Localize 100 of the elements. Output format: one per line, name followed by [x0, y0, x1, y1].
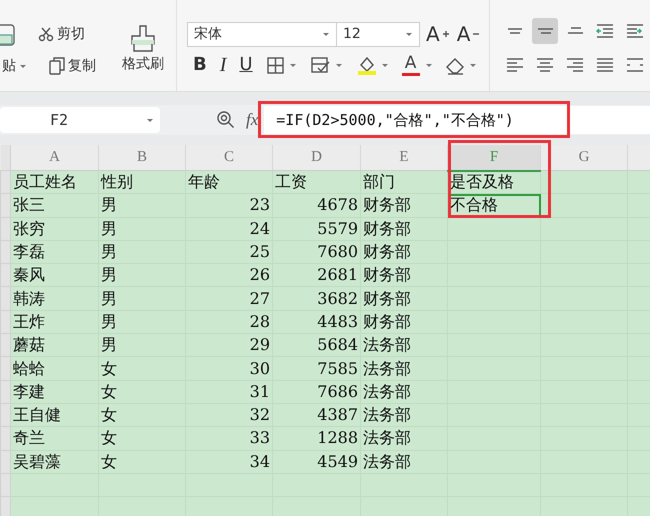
table-cell: 7585: [272, 356, 360, 380]
column-title: 员工姓名: [10, 170, 98, 194]
table-cell: 王炸: [10, 310, 98, 334]
align-top-icon: [507, 28, 524, 34]
table-cell: 法务部: [360, 380, 448, 404]
table-cell: 李磊: [10, 240, 98, 264]
table-cell: 33: [186, 426, 272, 450]
table-cell: 7686: [272, 380, 360, 404]
table-cell: 男: [98, 310, 186, 334]
align-outdent-icon: [596, 24, 614, 38]
table-cell: 男: [98, 334, 186, 357]
font-name-field[interactable]: 宋体: [187, 22, 337, 46]
fill-color-icon: [356, 55, 378, 75]
table-cell: 财务部: [360, 264, 448, 287]
bold-button[interactable]: B: [191, 56, 209, 74]
caret-icon: [380, 61, 389, 69]
borders-icon: [266, 55, 286, 75]
align-left-icon: [506, 58, 524, 72]
caret-icon: [468, 61, 477, 69]
paste-button[interactable]: 贴: [0, 58, 29, 72]
table-cell: 3682: [272, 286, 360, 310]
table-cell: 5579: [272, 217, 360, 240]
table-cell: 34: [186, 450, 272, 474]
font-size-field[interactable]: 12: [336, 22, 420, 46]
cut-button[interactable]: 剪切: [36, 26, 87, 42]
table-cell: 30: [186, 356, 272, 380]
table-cell: 女: [98, 403, 186, 427]
table-cell: 女: [98, 380, 186, 404]
format-painter-button[interactable]: 格式刷: [120, 24, 166, 71]
table-cell: 蘑菇: [10, 334, 98, 357]
table-cell: 4483: [272, 310, 360, 334]
table-cell: 男: [98, 217, 186, 240]
table-cell: 法务部: [360, 450, 448, 474]
table-cell: 男: [98, 194, 186, 218]
table-cell: 2681: [272, 264, 360, 287]
table-cell: 韩涛: [10, 286, 98, 310]
table-cell: 吴碧藻: [10, 450, 98, 474]
table-cell: 女: [98, 426, 186, 450]
underline-button[interactable]: U: [237, 56, 255, 74]
table-cell: 25: [186, 240, 272, 264]
scissors-icon: [38, 26, 54, 42]
column-header[interactable]: A: [10, 145, 98, 170]
paintbrush-icon: [130, 24, 156, 52]
minus-icon: [473, 31, 480, 37]
caret-icon: [424, 61, 433, 69]
table-cell: 1288: [272, 426, 360, 450]
column-header[interactable]: C: [186, 145, 272, 170]
caret-icon: [146, 116, 154, 124]
column-header[interactable]: E: [360, 145, 448, 170]
table-cell: 法务部: [360, 356, 448, 380]
align-middle-button[interactable]: [532, 18, 558, 44]
plus-icon: [442, 31, 449, 37]
table-cell: 张穷: [10, 217, 98, 240]
table-cell: 4678: [272, 194, 360, 218]
font-color-button[interactable]: A: [400, 54, 422, 76]
column-header[interactable]: G: [540, 145, 628, 170]
table-cell: 秦风: [10, 264, 98, 287]
caret-icon: [322, 30, 330, 38]
table-cell: 31: [186, 380, 272, 404]
table-cell: 法务部: [360, 403, 448, 427]
table-cell: 张三: [10, 194, 98, 218]
color-bar-icon: [402, 72, 420, 76]
table-cell: 李建: [10, 380, 98, 404]
shrink-font-button[interactable]: A: [454, 24, 482, 44]
table-cell: 法务部: [360, 426, 448, 450]
align-indent-icon: [626, 24, 644, 38]
table-cell: 27: [186, 286, 272, 310]
table-cell: 女: [98, 450, 186, 474]
table-cell: 23: [186, 194, 272, 218]
italic-button[interactable]: I: [218, 55, 228, 75]
column-title: 部门: [360, 170, 448, 194]
grow-font-button[interactable]: A: [424, 24, 451, 44]
caret-icon: [405, 30, 413, 38]
align-bottom-icon: [566, 27, 584, 34]
column-header[interactable]: B: [98, 145, 186, 170]
align-middle-icon: [536, 28, 554, 34]
align-distributed-icon: [626, 58, 644, 72]
function-label[interactable]: fx: [246, 107, 258, 133]
table-cell: 男: [98, 286, 186, 310]
table-cell: 奇兰: [10, 426, 98, 450]
conditional-format-icon: [310, 55, 332, 75]
copy-button[interactable]: 复制: [47, 56, 98, 74]
table-cell: 财务部: [360, 310, 448, 334]
table-cell: 财务部: [360, 286, 448, 310]
caret-icon: [334, 61, 343, 69]
align-center-icon: [536, 58, 554, 72]
formula-field[interactable]: =IF(D2>5000,"合格","不合格"): [264, 106, 650, 134]
column-header[interactable]: D: [272, 145, 360, 170]
table-cell: 32: [186, 403, 272, 427]
align-justify-icon: [596, 58, 614, 72]
align-right-icon: [566, 58, 584, 72]
column-title: 性别: [98, 170, 186, 194]
cell-name-field[interactable]: F2: [0, 107, 160, 133]
table-cell: 28: [186, 310, 272, 334]
table-cell: 女: [98, 356, 186, 380]
caret-icon: [288, 61, 297, 69]
table-cell: 王自健: [10, 403, 98, 427]
table-cell: 男: [98, 264, 186, 287]
table-cell: 7680: [272, 240, 360, 264]
table-cell: 5684: [272, 334, 360, 357]
